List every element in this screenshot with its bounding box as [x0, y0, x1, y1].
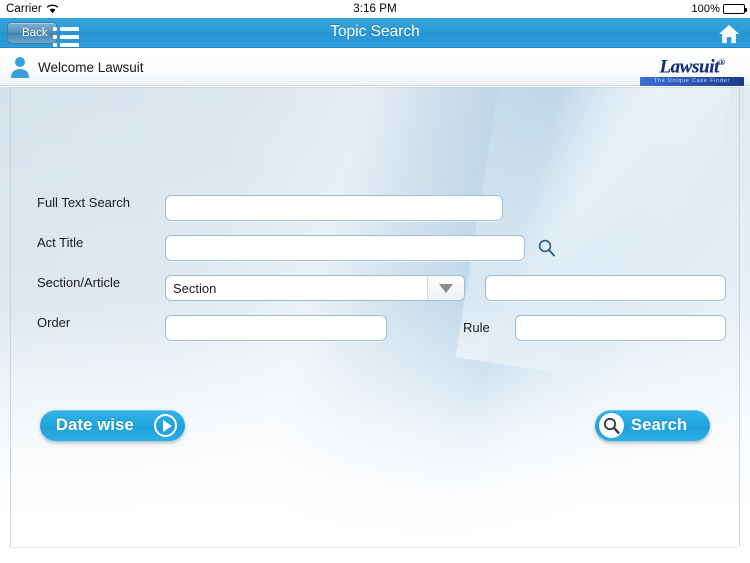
status-bar-clock: 3:16 PM — [353, 3, 397, 15]
home-icon[interactable] — [718, 24, 740, 44]
search-icon — [599, 413, 624, 438]
act-title-label: Act Title — [37, 235, 84, 250]
rule-label: Rule — [463, 320, 490, 335]
battery-icon — [723, 4, 747, 14]
ios-status-bar: Carrier 3:16 PM 100% — [0, 0, 750, 18]
search-button-label: Search — [631, 416, 688, 434]
section-article-label: Section/Article — [37, 275, 121, 290]
brand-logo: Lawsuit® The Unique Case Finder — [640, 53, 744, 87]
section-article-select[interactable]: Section — [165, 275, 465, 301]
full-text-search-input[interactable] — [165, 195, 503, 221]
section-article-value-input[interactable] — [485, 275, 726, 301]
order-input[interactable] — [165, 315, 387, 341]
ipad-app-screen: Carrier 3:16 PM 100% Back Topic Search W… — [0, 0, 750, 563]
brand-tagline: The Unique Case Finder — [640, 77, 744, 87]
rule-input[interactable] — [515, 315, 726, 341]
form-row-full-text-search: Full Text Search — [37, 195, 503, 221]
chevron-down-icon[interactable] — [427, 276, 464, 300]
form-row-act-title: Act Title — [37, 235, 555, 261]
act-title-input[interactable] — [165, 235, 525, 261]
arrow-right-circle-icon — [154, 414, 177, 437]
welcome-user-group: Welcome Lawsuit — [10, 56, 144, 78]
date-wise-button[interactable]: Date wise — [40, 410, 185, 441]
form-row-section-article: Section/Article Section — [37, 275, 726, 301]
act-title-search-icon[interactable] — [537, 238, 557, 258]
date-wise-button-label: Date wise — [56, 416, 134, 434]
welcome-bar: Welcome Lawsuit Lawsuit® The Unique Case… — [0, 48, 750, 87]
user-avatar-icon — [11, 57, 29, 78]
section-article-selected-value: Section — [173, 280, 217, 296]
brand-name-text: Lawsuit — [659, 56, 719, 78]
status-bar-right: 100% — [691, 3, 747, 15]
battery-percent-label: 100% — [691, 3, 720, 15]
registered-mark: ® — [718, 58, 725, 67]
navigation-bar: Back Topic Search — [0, 18, 750, 48]
content-area: Full Text Search Act Title Section/Artic… — [0, 87, 750, 563]
brand-name: Lawsuit® — [659, 53, 724, 77]
full-text-search-label: Full Text Search — [37, 195, 130, 210]
search-button[interactable]: Search — [595, 410, 710, 441]
page-title: Topic Search — [330, 23, 420, 40]
order-label: Order — [37, 315, 71, 330]
welcome-greeting: Welcome Lawsuit — [38, 59, 144, 75]
form-row-order-rule: Order Rule — [37, 315, 726, 341]
